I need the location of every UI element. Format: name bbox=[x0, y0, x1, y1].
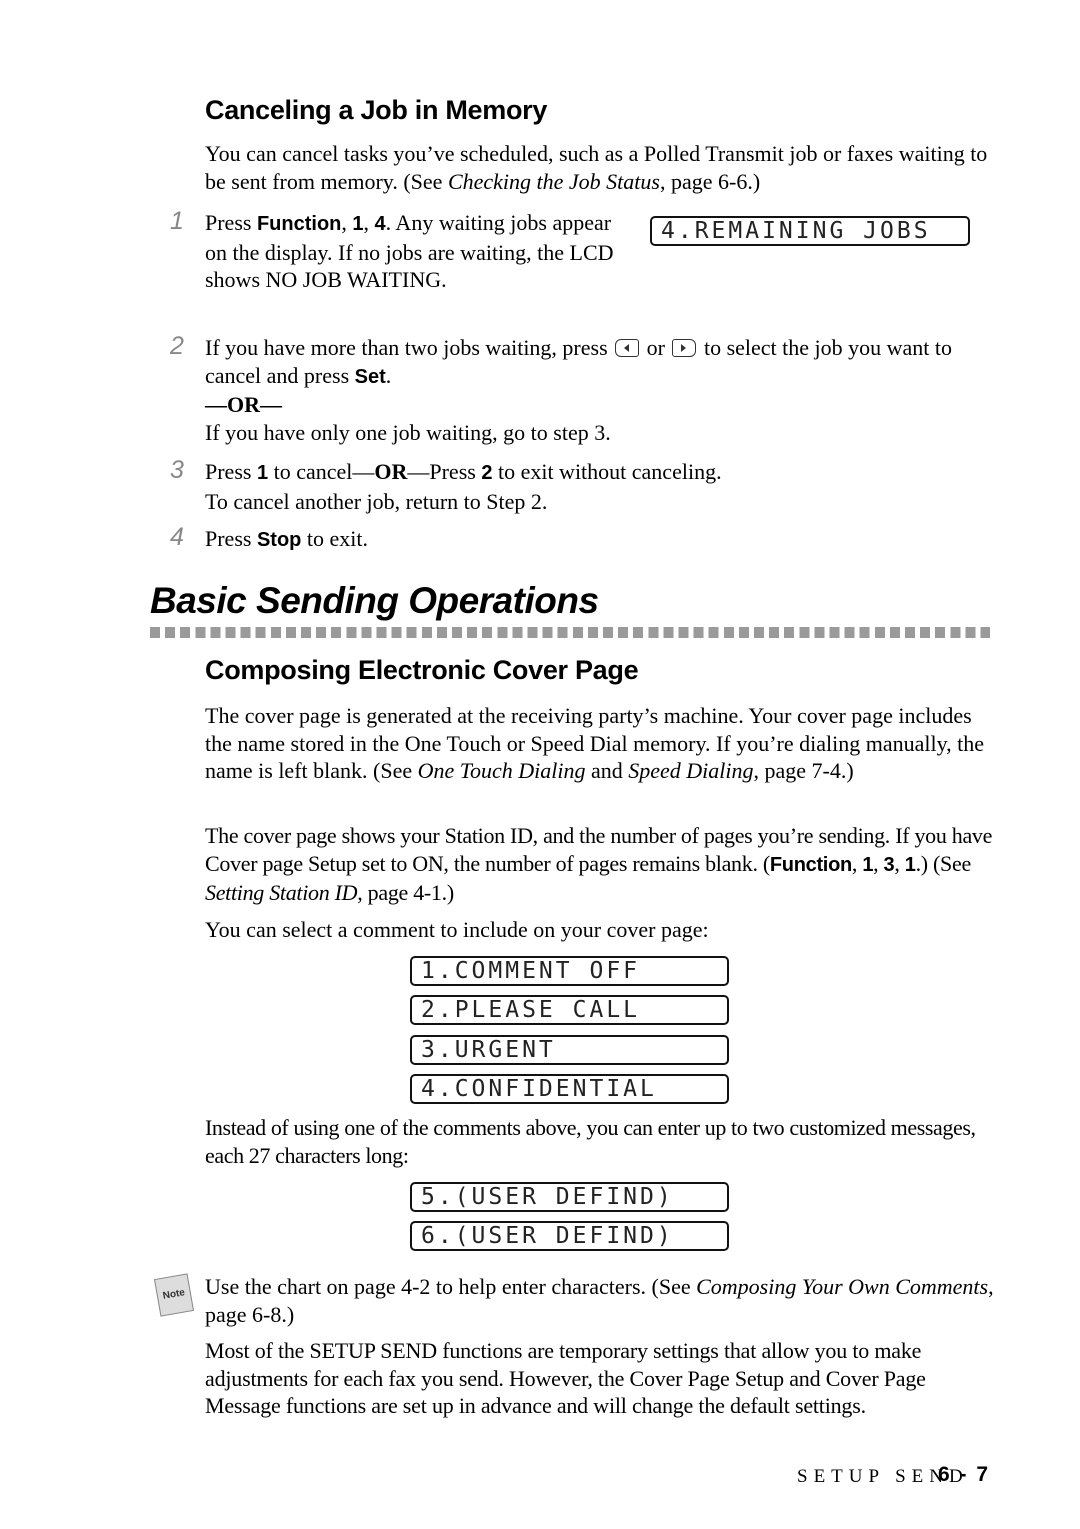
cross-reference[interactable]: Speed Dialing bbox=[628, 758, 753, 783]
key-3: 3 bbox=[883, 853, 895, 876]
key-1: 1 bbox=[862, 853, 874, 876]
step-3-text: Press 1 to cancel—OR—Press 2 to exit wit… bbox=[205, 458, 995, 515]
text: , bbox=[341, 210, 353, 235]
step-2-text: If you have more than two jobs waiting, … bbox=[205, 334, 995, 446]
cross-reference[interactable]: Setting Station ID bbox=[205, 880, 358, 905]
step-number: 4 bbox=[170, 523, 184, 551]
key-1: 1 bbox=[904, 853, 916, 876]
step-4-text: Press Stop to exit. bbox=[205, 525, 995, 555]
text: Press bbox=[205, 526, 257, 551]
key-2: 2 bbox=[481, 462, 493, 484]
cover-page-paragraph-4: Instead of using one of the comments abo… bbox=[205, 1115, 976, 1168]
step-number: 3 bbox=[170, 456, 184, 484]
cover-page-paragraph-2: The cover page shows your Station ID, an… bbox=[205, 822, 1005, 907]
text: Press bbox=[205, 210, 257, 235]
cover-page-paragraph-3: You can select a comment to include on y… bbox=[205, 917, 709, 942]
text: , bbox=[873, 850, 884, 876]
text: . bbox=[385, 362, 392, 388]
text: If you have only one job waiting, go to … bbox=[205, 419, 611, 445]
note-text: Use the chart on page 4-2 to help enter … bbox=[205, 1273, 995, 1328]
text: To cancel another job, return to Step 2. bbox=[205, 488, 548, 514]
cross-reference[interactable]: Checking the Job Status bbox=[448, 169, 660, 194]
step-number: 1 bbox=[170, 207, 184, 235]
intro-paragraph: You can cancel tasks you’ve scheduled, s… bbox=[205, 140, 995, 195]
or-separator: —OR— bbox=[205, 392, 282, 417]
text: , bbox=[894, 850, 905, 876]
section-heading-cover-page: Composing Electronic Cover Page bbox=[205, 655, 639, 685]
text: , page 7-4.) bbox=[753, 758, 854, 783]
lcd-comment-4: 4.CONFIDENTIAL bbox=[410, 1074, 729, 1104]
key-set: Set bbox=[354, 365, 386, 388]
key-1: 1 bbox=[352, 213, 364, 235]
text: to exit without canceling. bbox=[492, 459, 722, 484]
section-divider bbox=[150, 627, 990, 638]
text: , page 6-6.) bbox=[659, 168, 761, 194]
key-function: Function bbox=[256, 213, 342, 235]
left-arrow-key-icon bbox=[615, 339, 640, 357]
text: Use the chart on page 4-2 to help enter … bbox=[205, 1274, 697, 1299]
text: If you have more than two jobs waiting, … bbox=[205, 335, 614, 360]
text: .) (See bbox=[915, 850, 972, 876]
key-4: 4 bbox=[374, 213, 386, 235]
key-stop: Stop bbox=[256, 529, 302, 551]
text: , bbox=[363, 210, 375, 235]
step-number: 2 bbox=[170, 332, 184, 360]
lcd-remaining-jobs: 4.REMAINING JOBS bbox=[650, 216, 970, 246]
lcd-custom-1: 5.(USER DEFIND) bbox=[410, 1182, 729, 1212]
text: , page 4-1.) bbox=[357, 880, 454, 905]
text: and bbox=[585, 758, 629, 783]
cross-reference[interactable]: One Touch Dialing bbox=[418, 758, 586, 783]
chapter-title: Basic Sending Operations bbox=[150, 580, 599, 621]
cover-page-paragraph-5: Most of the SETUP SEND functions are tem… bbox=[205, 1338, 926, 1418]
cover-page-paragraph-1: The cover page is generated at the recei… bbox=[205, 702, 995, 785]
text: Press bbox=[205, 459, 257, 484]
step-1-text: Press Function, 1, 4. Any waiting jobs a… bbox=[205, 209, 615, 294]
lcd-comment-2: 2.PLEASE CALL bbox=[410, 995, 729, 1025]
lcd-comment-3: 3.URGENT bbox=[410, 1035, 729, 1065]
text: , bbox=[851, 850, 863, 876]
text: or bbox=[641, 335, 671, 360]
text: to cancel— bbox=[268, 459, 375, 484]
text: to exit. bbox=[301, 526, 368, 551]
key-1: 1 bbox=[256, 462, 269, 484]
page-number: 6 - 7 bbox=[938, 1463, 991, 1486]
key-function: Function bbox=[769, 853, 852, 876]
right-arrow-key-icon bbox=[672, 339, 697, 357]
lcd-custom-2: 6.(USER DEFIND) bbox=[410, 1221, 729, 1251]
note-icon: Note bbox=[153, 1273, 195, 1317]
cross-reference[interactable]: Composing Your Own Comments bbox=[696, 1274, 988, 1299]
lcd-comment-1: 1.COMMENT OFF bbox=[410, 956, 729, 986]
or-word: OR bbox=[374, 459, 408, 484]
text: —Press bbox=[407, 459, 482, 484]
section-heading-canceling: Canceling a Job in Memory bbox=[205, 95, 548, 125]
